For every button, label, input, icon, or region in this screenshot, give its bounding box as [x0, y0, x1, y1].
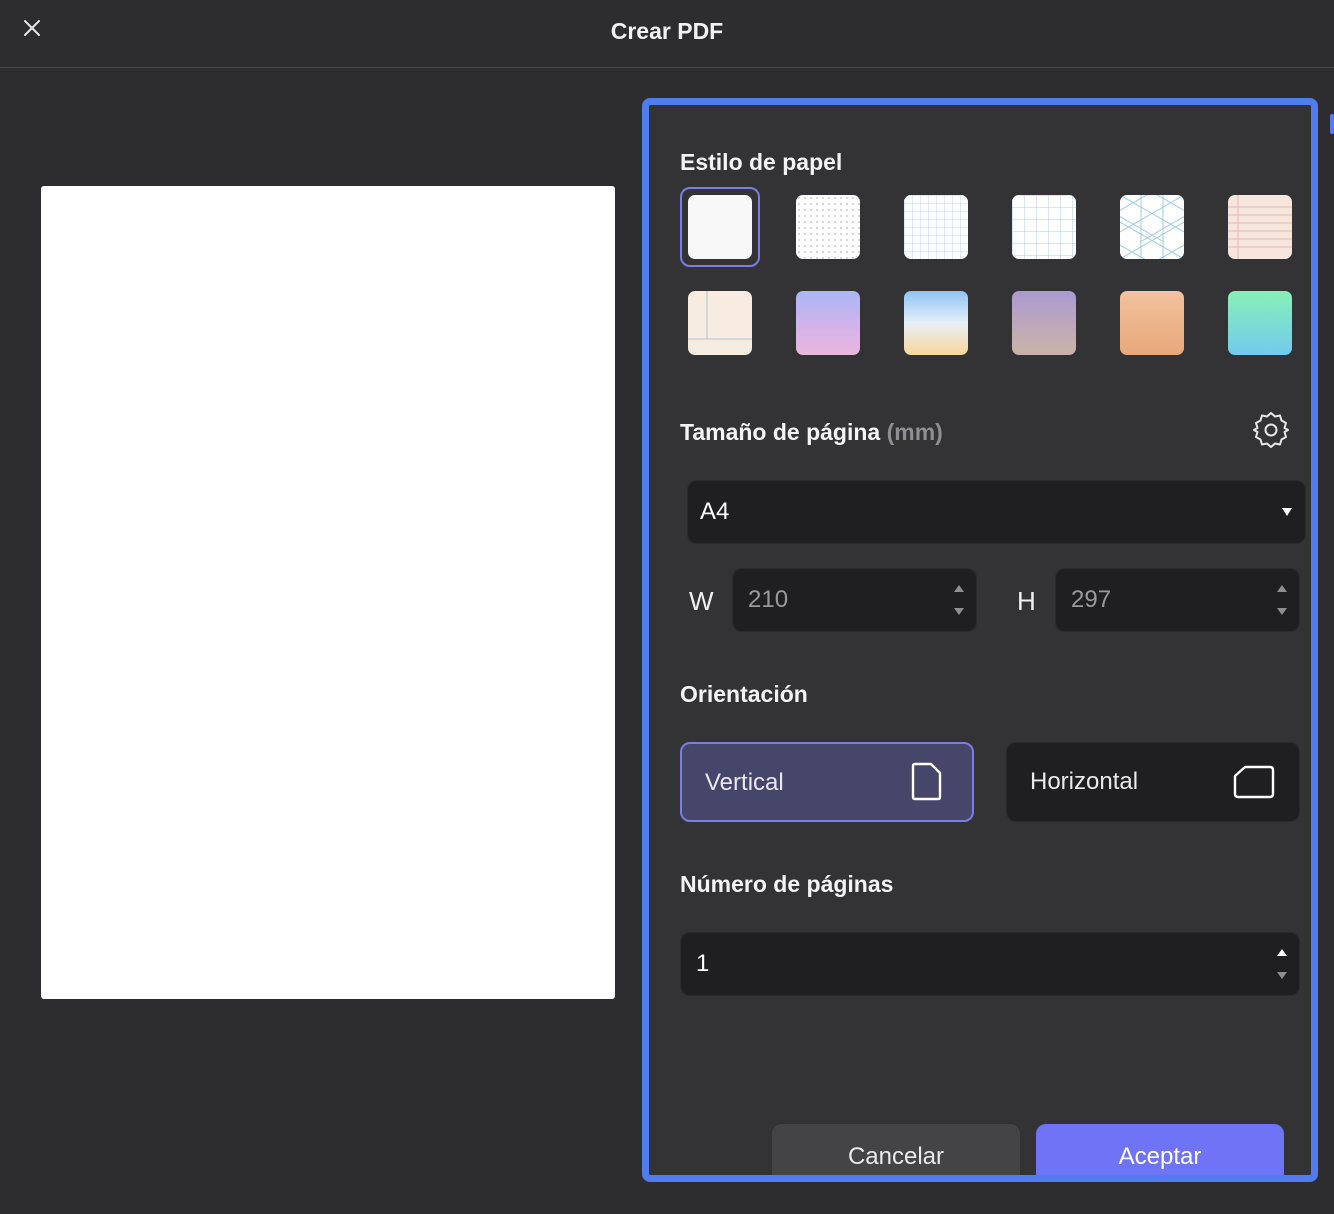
cancel-button[interactable]: Cancelar	[772, 1124, 1020, 1175]
paper-swatch-grid-small[interactable]	[904, 195, 968, 259]
title-bar: Crear PDF	[0, 0, 1334, 68]
orientation-horizontal-label: Horizontal	[1030, 768, 1139, 795]
landscape-page-icon	[1233, 765, 1275, 799]
paper-swatch-lined[interactable]	[1228, 195, 1292, 259]
gear-icon	[1253, 412, 1289, 448]
chevron-down-icon	[1282, 508, 1292, 516]
paper-swatch-gradient-mauve[interactable]	[1012, 291, 1076, 355]
page-size-value: A4	[700, 498, 730, 525]
height-label: H	[1017, 586, 1036, 616]
width-input[interactable]: 210	[732, 568, 977, 632]
page-size-select[interactable]: A4	[687, 480, 1306, 544]
paper-swatch-isometric[interactable]	[1120, 195, 1184, 259]
width-label: W	[689, 586, 714, 616]
width-value: 210	[748, 586, 789, 613]
lined-pattern	[1228, 195, 1292, 259]
orientation-horizontal-option[interactable]: Horizontal	[1006, 742, 1300, 822]
page-size-settings-button[interactable]	[1249, 408, 1293, 452]
height-input[interactable]: 297	[1055, 568, 1300, 632]
isometric-pattern	[1120, 195, 1184, 259]
stepper-arrows-icon[interactable]	[1275, 582, 1289, 618]
window-title: Crear PDF	[610, 18, 724, 44]
accept-button[interactable]: Aceptar	[1036, 1124, 1284, 1175]
paper-swatch-gradient-mint[interactable]	[1228, 291, 1292, 355]
paper-swatch-blank[interactable]	[688, 195, 752, 259]
stepper-arrows-icon[interactable]	[952, 582, 966, 618]
portrait-page-icon	[911, 762, 942, 801]
settings-panel: Estilo de papel Tamaño de página (mm) A4…	[642, 98, 1318, 1182]
side-panel-handle[interactable]	[1330, 114, 1334, 134]
orientation-vertical-option[interactable]: Vertical	[680, 742, 974, 822]
paper-swatch-gradient-lavender[interactable]	[796, 291, 860, 355]
cornell-pattern	[688, 291, 752, 340]
page-count-input[interactable]: 1	[680, 932, 1300, 996]
paper-swatch-gradient-apricot[interactable]	[1120, 291, 1184, 355]
page-size-unit: (mm)	[886, 419, 943, 445]
paper-swatch-cornell[interactable]	[688, 291, 752, 355]
orientation-vertical-label: Vertical	[705, 769, 784, 796]
paper-swatch-grid-large[interactable]	[1012, 195, 1076, 259]
page-size-title-text: Tamaño de página	[680, 419, 881, 445]
pdf-page-preview	[41, 186, 615, 999]
height-value: 297	[1071, 586, 1112, 613]
page-count-value: 1	[696, 950, 710, 977]
paper-style-title: Estilo de papel	[680, 149, 843, 175]
dot-pattern	[796, 195, 860, 259]
paper-swatch-dotted[interactable]	[796, 195, 860, 259]
grid-pattern	[1012, 195, 1076, 259]
page-size-title: Tamaño de página (mm)	[680, 419, 943, 446]
page-count-title: Número de páginas	[680, 871, 894, 897]
grid-pattern	[904, 195, 968, 259]
orientation-title: Orientación	[680, 681, 808, 707]
stepper-arrows-icon[interactable]	[1275, 946, 1289, 982]
paper-swatch-gradient-sky-sand[interactable]	[904, 291, 968, 355]
